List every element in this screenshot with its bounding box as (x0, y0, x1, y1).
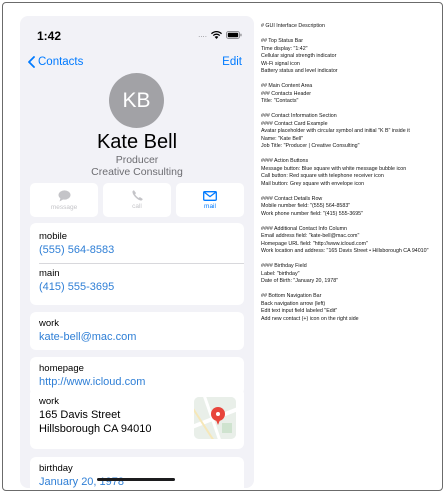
main-phone-field[interactable]: main (415) 555-3695 (39, 268, 114, 293)
battery-icon (226, 31, 242, 39)
address-card: work 165 Davis Street Hillsborough CA 94… (30, 388, 244, 449)
home-indicator[interactable] (97, 478, 175, 481)
mobile-field[interactable]: mobile (555) 564-8583 (39, 231, 114, 256)
description-heading: #### Contact Details Row (261, 195, 323, 202)
contact-role: Producer Creative Consulting (20, 154, 254, 178)
description-line: Cellular signal strength indicator (261, 53, 337, 59)
homepage-label: homepage (39, 363, 84, 374)
homepage-field[interactable]: homepage http://www.icloud.com (39, 363, 145, 388)
birthday-card: birthday January 20, 1978 (30, 457, 244, 488)
address-field[interactable]: work 165 Davis Street Hillsborough CA 94… (39, 396, 152, 436)
description-line: Message button: Blue square with white m… (261, 165, 407, 172)
action-buttons: message call mail (30, 183, 244, 217)
call-label: call (132, 203, 142, 210)
description-line: Label: "birthday" (261, 270, 300, 277)
email-label: work (39, 318, 60, 329)
description-line: Job Title: "Producer | Creative Consulti… (261, 143, 360, 149)
mail-label: mail (204, 202, 216, 210)
map-thumbnail[interactable] (194, 397, 236, 439)
description-heading: ## Main Content Area (261, 83, 313, 89)
description-heading: #### Action Buttons (261, 158, 309, 164)
status-time: 1:42 (37, 29, 62, 43)
description-heading: ### Contacts Header (261, 90, 312, 97)
job-title: Producer (115, 154, 159, 166)
description-line: Back navigation arrow (left) (261, 300, 326, 307)
back-label: Contacts (38, 56, 84, 68)
mail-button[interactable]: mail (176, 183, 244, 217)
description-heading: ## Bottom Navigation Bar (261, 293, 322, 299)
screenshot-frame: 1:42 .... Contacts Edit KB Kate Bell Pro… (2, 2, 443, 491)
mobile-value[interactable]: (555) 564-8583 (39, 244, 114, 256)
email-field[interactable]: work kate-bell@mac.com (39, 318, 136, 343)
description-line: Avatar placeholder with circular symbol … (261, 128, 410, 134)
divider (39, 263, 244, 264)
description-line: Edit text input field labeled "Edit" (261, 308, 338, 314)
message-label: message (50, 203, 78, 211)
description-line: Mobile number field: "(555) 564-8583" (261, 203, 351, 209)
description-line: Wi-Fi signal icon (261, 60, 300, 67)
description-line: Email address field: "kate-bell@mac.com" (261, 233, 360, 239)
description-heading: #### Additional Contact Info Column (261, 225, 347, 232)
description-line: Work location and address: "165 Davis St… (261, 248, 429, 254)
message-button[interactable]: message (30, 183, 98, 217)
description-heading: #### Contact Card Example (261, 120, 328, 127)
cellular-signal-icon: .... (198, 30, 207, 39)
email-value[interactable]: kate-bell@mac.com (39, 331, 136, 343)
envelope-icon (203, 190, 217, 201)
description-line: Mail button: Grey square with envelope i… (261, 180, 365, 187)
phone-screen: 1:42 .... Contacts Edit KB Kate Bell Pro… (20, 16, 254, 488)
avatar: KB (109, 73, 164, 128)
description-line: Homepage URL field: "http://www.icloud.c… (261, 240, 368, 247)
main-label: main (39, 268, 60, 279)
homepage-value[interactable]: http://www.icloud.com (39, 376, 145, 388)
wifi-icon (211, 31, 222, 39)
edit-button[interactable]: Edit (222, 56, 242, 68)
description-line: Time display: "1:42" (261, 45, 308, 52)
address-city: Hillsborough CA 94010 (39, 422, 152, 435)
description-line: Name: "Kate Bell" (261, 135, 304, 142)
call-button[interactable]: call (103, 183, 171, 217)
address-label: work (39, 396, 60, 407)
birthday-label: birthday (39, 463, 73, 474)
description-heading: ## Top Status Bar (261, 38, 304, 44)
description-heading: #### Birthday Field (261, 263, 307, 269)
contact-name: Kate Bell (96, 131, 178, 153)
description-line: Add new contact (+) icon on the right si… (261, 315, 359, 322)
message-icon (58, 189, 70, 201)
status-bar: 1:42 .... (20, 16, 254, 54)
back-button[interactable]: Contacts (28, 56, 83, 68)
gui-description: # GUI Interface Description ## Top Status… (261, 23, 441, 323)
phone-icon (131, 190, 143, 201)
chevron-left-icon (28, 56, 35, 68)
description-line: Battery status and level indicator (261, 68, 338, 74)
map-icon (194, 397, 236, 439)
description-heading: ### Contact Information Section (261, 113, 337, 119)
mobile-label: mobile (39, 231, 67, 242)
description-heading: # GUI Interface Description (261, 23, 325, 29)
description-line: Work phone number field: "(415) 555-3695… (261, 210, 364, 217)
address-street: 165 Davis Street (39, 409, 121, 421)
company-name: Creative Consulting (91, 166, 183, 178)
birthday-field[interactable]: birthday January 20, 1978 (39, 463, 124, 488)
description-line: Title: "Contacts" (261, 98, 299, 104)
phone-numbers-card: mobile (555) 564-8583 main (415) 555-369… (30, 223, 244, 305)
description-line: Call button: Red square with telephone r… (261, 173, 384, 179)
email-card: work kate-bell@mac.com (30, 312, 244, 350)
main-value[interactable]: (415) 555-3695 (39, 281, 114, 293)
status-icons: .... (198, 31, 242, 39)
description-line: Date of Birth: "January 20, 1978" (261, 278, 339, 284)
